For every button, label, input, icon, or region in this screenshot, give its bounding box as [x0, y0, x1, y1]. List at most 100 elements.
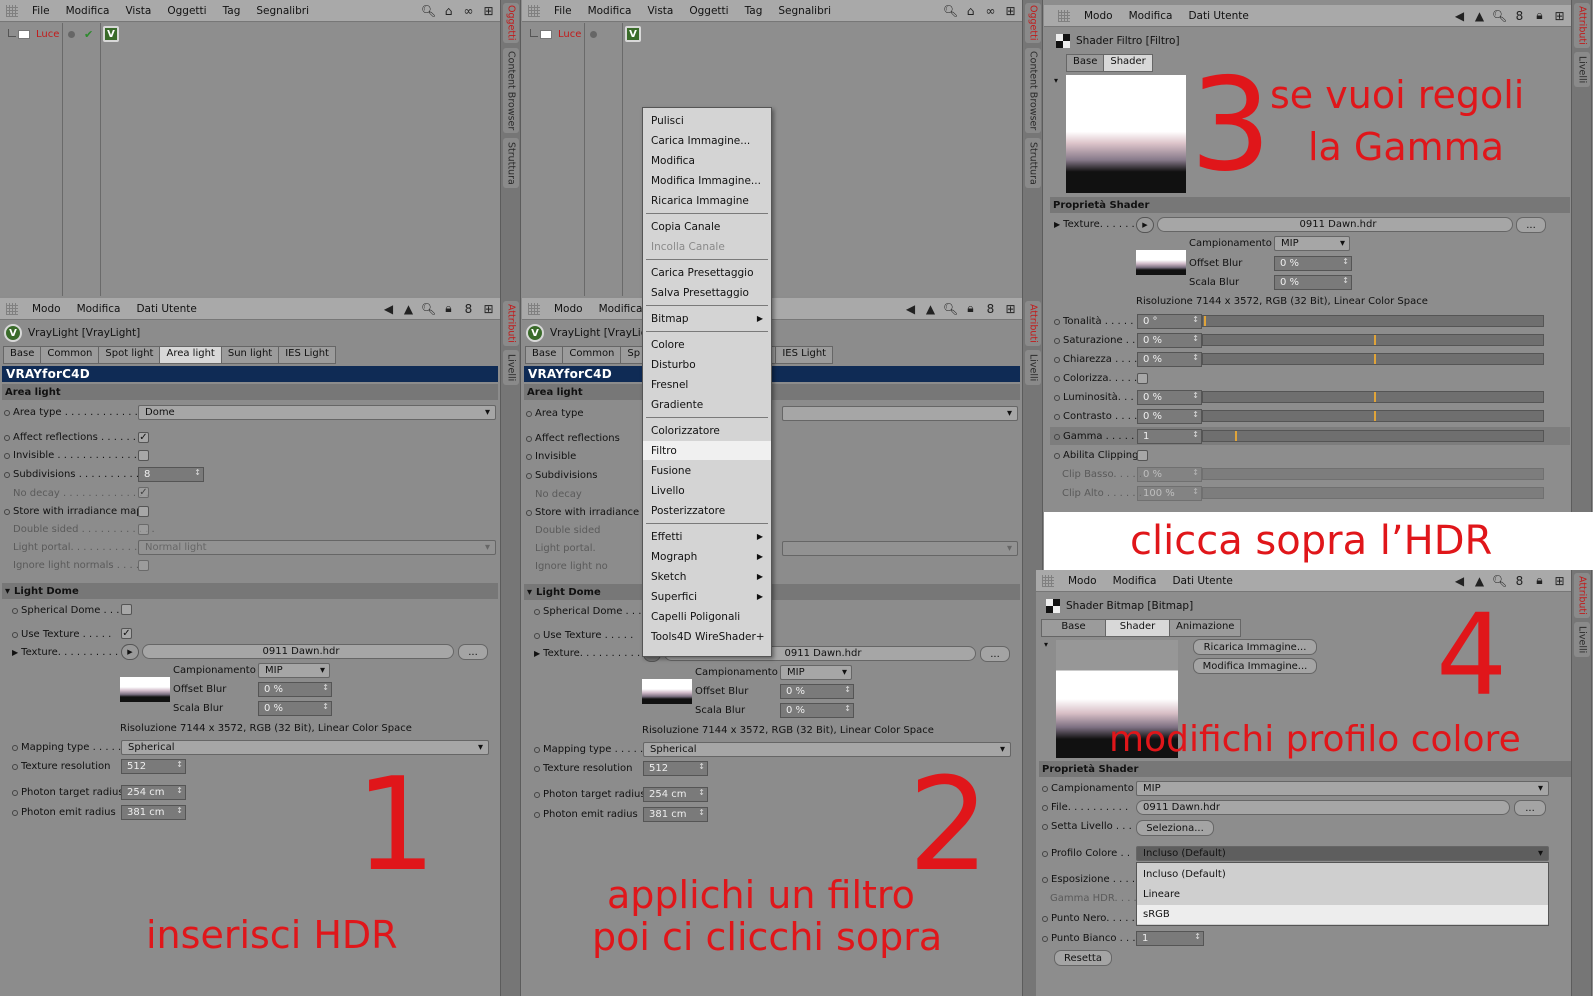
texture-play-icon[interactable]: ▶ — [1136, 217, 1154, 233]
object-name[interactable]: Luce — [36, 29, 59, 40]
texture-browse-button[interactable]: ... — [458, 644, 488, 660]
menu-modo[interactable]: Modo — [1060, 575, 1105, 587]
clip-basso-slider[interactable] — [1202, 468, 1544, 480]
new-panel-icon[interactable]: ⊞ — [481, 3, 496, 18]
area-type-select[interactable]: ▾ — [782, 406, 1018, 421]
chiarezza-slider[interactable] — [1202, 353, 1544, 365]
clip-alto-slider[interactable] — [1202, 487, 1544, 499]
menu-item-disturbo[interactable]: Disturbo — [643, 355, 771, 374]
profilo-colore-select[interactable]: Incluso (Default) ▾ — [1136, 846, 1549, 861]
texture-file-field[interactable]: 0911 Dawn.hdr — [1157, 217, 1513, 232]
spherical-dome-checkbox[interactable] — [121, 604, 132, 615]
tab-struttura[interactable]: Struttura — [503, 138, 519, 188]
double-sided-checkbox[interactable] — [138, 524, 149, 535]
menu-item-gradiente[interactable]: Gradiente — [643, 395, 771, 414]
clip-alto-input[interactable]: 100 % — [1137, 486, 1202, 501]
tonalita-input[interactable]: 0 ° — [1137, 314, 1202, 329]
menu-item-effetti[interactable]: Effetti ▶ — [643, 527, 771, 546]
link-icon[interactable]: 8 — [461, 301, 476, 316]
file-field[interactable]: 0911 Dawn.hdr — [1136, 800, 1510, 815]
link-icon[interactable]: 8 — [1512, 573, 1527, 588]
option-lineare[interactable]: Lineare — [1137, 885, 1548, 904]
campionamento-select[interactable]: MIP ▾ — [1274, 236, 1350, 251]
menu-modifica[interactable]: Modifica — [69, 303, 129, 315]
luminosita-input[interactable]: 0 % — [1137, 390, 1202, 405]
lock-icon[interactable]: 🔒︎ — [1532, 8, 1547, 23]
menu-oggetti[interactable]: Oggetti — [681, 5, 736, 17]
tab-common[interactable]: Common — [562, 346, 622, 364]
collapse-arrow-icon[interactable]: ▾ — [1054, 76, 1058, 85]
abilita-clipping-checkbox[interactable] — [1137, 450, 1148, 461]
file-browse-button[interactable]: ... — [1514, 800, 1546, 816]
menu-vista[interactable]: Vista — [639, 5, 681, 17]
option-srgb[interactable]: sRGB — [1137, 905, 1548, 924]
collapse-arrow-icon[interactable]: ▾ — [1044, 640, 1048, 649]
link-icon[interactable]: ∞ — [983, 3, 998, 18]
scala-blur-input[interactable]: 0 % — [1274, 275, 1352, 290]
grip-icon[interactable] — [1058, 9, 1070, 22]
up-arrow-icon[interactable]: ▲ — [401, 301, 416, 316]
tab-attributi[interactable]: Attributi — [503, 301, 519, 346]
contrasto-slider[interactable] — [1202, 410, 1544, 422]
menu-modo[interactable]: Modo — [24, 303, 69, 315]
link-icon[interactable]: 8 — [983, 301, 998, 316]
menu-dati-utente[interactable]: Dati Utente — [1164, 575, 1240, 587]
photon-target-input[interactable]: 254 cm — [121, 785, 186, 800]
photon-emit-input[interactable]: 381 cm — [121, 805, 186, 820]
campionamento-select[interactable]: MIP ▾ — [258, 663, 330, 678]
gamma-input[interactable]: 1 — [1137, 429, 1202, 444]
no-decay-checkbox[interactable]: ✓ — [138, 487, 149, 498]
menu-item-ricarica-immagine[interactable]: Ricarica Immagine — [643, 191, 771, 210]
tab-shader[interactable]: Shader — [1105, 619, 1170, 637]
colorizza-checkbox[interactable] — [1137, 373, 1148, 384]
tab-ies-light[interactable]: IES Light — [775, 346, 834, 364]
section-light-dome[interactable]: ▾ Light Dome — [524, 584, 1020, 600]
new-panel-icon[interactable]: ⊞ — [1003, 3, 1018, 18]
menu-item-carica-presettaggio[interactable]: Carica Presettaggio — [643, 263, 771, 282]
grip-icon[interactable] — [528, 4, 540, 17]
tab-content-browser[interactable]: Content Browser — [503, 48, 519, 133]
link-icon[interactable]: 8 — [1512, 8, 1527, 23]
ricarica-immagine-button[interactable]: Ricarica Immagine... — [1193, 639, 1317, 655]
visibility-dot-icon[interactable] — [68, 31, 75, 38]
texture-resolution-input[interactable]: 512 — [643, 761, 708, 776]
search-icon[interactable]: 🔍︎ — [421, 3, 436, 18]
tab-ies-light[interactable]: IES Light — [278, 346, 336, 364]
ignore-normals-checkbox[interactable] — [138, 560, 149, 571]
search-icon[interactable]: 🔍︎ — [943, 301, 958, 316]
saturazione-input[interactable]: 0 % — [1137, 333, 1202, 348]
menu-item-wireshader[interactable]: Tools4D WireShader+ — [643, 627, 771, 646]
resetta-button[interactable]: Resetta — [1054, 950, 1112, 966]
menu-modifica[interactable]: Modifica — [58, 5, 118, 17]
subdivisions-input[interactable]: 8 — [138, 467, 204, 482]
search-icon[interactable]: 🔍︎ — [421, 301, 436, 316]
gamma-slider[interactable] — [1202, 430, 1544, 442]
object-name[interactable]: Luce — [558, 29, 581, 40]
tab-shader[interactable]: Shader — [1103, 54, 1153, 72]
tab-oggetti[interactable]: Oggetti — [1025, 3, 1041, 43]
use-texture-checkbox[interactable]: ✓ — [121, 628, 132, 639]
menu-vista[interactable]: Vista — [117, 5, 159, 17]
punto-bianco-input[interactable]: 1 — [1136, 931, 1204, 946]
menu-tag[interactable]: Tag — [737, 5, 771, 17]
tab-common[interactable]: Common — [40, 346, 100, 364]
texture-browse-button[interactable]: ... — [1516, 217, 1546, 233]
menu-item-copia-canale[interactable]: Copia Canale — [643, 217, 771, 236]
tab-animazione[interactable]: Animazione — [1169, 619, 1242, 637]
grip-icon[interactable] — [6, 4, 18, 17]
campionamento-select[interactable]: MIP ▾ — [1136, 781, 1549, 796]
grip-icon[interactable] — [528, 302, 540, 315]
saturazione-slider[interactable] — [1202, 334, 1544, 346]
search-icon[interactable]: 🔍︎ — [1492, 573, 1507, 588]
menu-item-colore[interactable]: Colore — [643, 335, 771, 354]
visibility-dot-icon[interactable] — [590, 31, 597, 38]
tab-base[interactable]: Base — [3, 346, 42, 364]
up-arrow-icon[interactable]: ▲ — [1472, 8, 1487, 23]
seleziona-button[interactable]: Seleziona... — [1136, 820, 1214, 836]
option-incluso-default[interactable]: Incluso (Default) — [1137, 865, 1548, 884]
tab-livelli[interactable]: Livelli — [1574, 622, 1590, 657]
back-arrow-icon[interactable]: ◀ — [903, 301, 918, 316]
menu-item-incolla-canale[interactable]: Incolla Canale — [643, 237, 771, 256]
menu-item-carica-immagine[interactable]: Carica Immagine... — [643, 131, 771, 150]
menu-item-superfici[interactable]: Superfici ▶ — [643, 587, 771, 606]
